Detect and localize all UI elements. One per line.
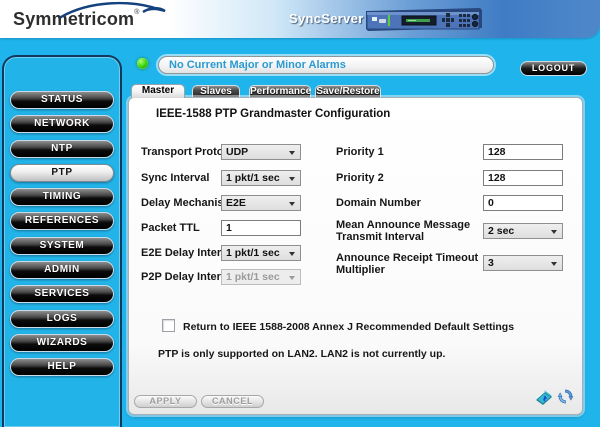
packet-ttl-label: Packet TTL	[141, 222, 200, 234]
priority-1-input[interactable]: 128	[483, 144, 563, 160]
sidebar-item-system[interactable]: SYSTEM	[10, 237, 114, 255]
refresh-icon[interactable]	[557, 388, 574, 405]
domain-number-label: Domain Number	[336, 197, 421, 209]
sidebar-item-network[interactable]: NETWORK	[10, 115, 114, 133]
chevron-down-icon	[289, 151, 295, 155]
delay-mechanism-value: E2E	[226, 197, 246, 209]
mean-announce-interval-select[interactable]: 2 sec	[483, 223, 563, 239]
chevron-down-icon	[289, 177, 295, 181]
logo-swoosh-icon	[55, 1, 171, 21]
sidebar-item-status[interactable]: STATUS	[10, 91, 114, 109]
sidebar-item-timing[interactable]: TIMING	[10, 188, 114, 206]
help-book-icon[interactable]	[533, 388, 554, 407]
apply-button[interactable]: APPLY	[134, 395, 197, 408]
sidebar-item-references[interactable]: REFERENCES	[10, 212, 114, 230]
chevron-down-icon	[289, 252, 295, 256]
e2e-delay-interval-select[interactable]: 1 pkt/1 sec	[221, 245, 301, 261]
syncserver-device-image	[362, 3, 484, 35]
header-band: Symmetricom® SyncServer S300	[0, 0, 600, 38]
annex-j-defaults-label: Return to IEEE 1588-2008 Annex J Recomme…	[183, 321, 514, 333]
chevron-down-icon	[289, 202, 295, 206]
cancel-button[interactable]: CANCEL	[201, 395, 264, 408]
page-title: IEEE-1588 PTP Grandmaster Configuration	[156, 108, 390, 120]
sidebar-item-help[interactable]: HELP	[10, 358, 114, 376]
sidebar-item-services[interactable]: SERVICES	[10, 285, 114, 303]
packet-ttl-input[interactable]: 1	[221, 220, 301, 236]
alarm-status-text: No Current Major or Minor Alarms	[169, 59, 346, 71]
sidebar-item-admin[interactable]: ADMIN	[10, 261, 114, 279]
sidebar-nav: STATUS NETWORK NTP PTP TIMING REFERENCES…	[2, 55, 122, 427]
p2p-delay-interval-value: 1 pkt/1 sec	[226, 271, 280, 283]
alarm-status-led-icon	[137, 58, 148, 69]
sidebar-item-logs[interactable]: LOGS	[10, 310, 114, 328]
delay-mechanism-label: Delay Mechanism	[141, 197, 233, 209]
priority-2-label: Priority 2	[336, 172, 384, 184]
annex-j-defaults-checkbox[interactable]	[162, 319, 175, 332]
sync-interval-value: 1 pkt/1 sec	[226, 172, 280, 184]
mean-announce-interval-value: 2 sec	[488, 225, 514, 237]
transport-protocol-select[interactable]: UDP	[221, 144, 301, 160]
delay-mechanism-select[interactable]: E2E	[221, 195, 301, 211]
sync-interval-select[interactable]: 1 pkt/1 sec	[221, 170, 301, 186]
sidebar-item-wizards[interactable]: WIZARDS	[10, 334, 114, 352]
sidebar-item-ntp[interactable]: NTP	[10, 140, 114, 158]
symmetricom-logo: Symmetricom®	[13, 9, 139, 30]
content-panel: IEEE-1588 PTP Grandmaster Configuration …	[128, 97, 583, 415]
priority-2-value: 128	[488, 172, 506, 184]
domain-number-value: 0	[488, 197, 494, 209]
announce-receipt-timeout-label: Announce Receipt Timeout Multiplier	[336, 252, 488, 276]
transport-protocol-value: UDP	[226, 146, 248, 158]
p2p-delay-interval-select: 1 pkt/1 sec	[221, 269, 301, 285]
e2e-delay-interval-value: 1 pkt/1 sec	[226, 247, 280, 259]
chevron-down-icon	[289, 276, 295, 280]
alarm-status-bar: No Current Major or Minor Alarms	[158, 56, 494, 74]
mean-announce-interval-label: Mean Announce Message Transmit Interval	[336, 219, 488, 243]
priority-2-input[interactable]: 128	[483, 170, 563, 186]
announce-receipt-timeout-select[interactable]: 3	[483, 255, 563, 271]
tab-master[interactable]: Master	[131, 84, 185, 98]
chevron-down-icon	[551, 230, 557, 234]
sidebar-item-ptp[interactable]: PTP	[10, 164, 114, 182]
logout-button[interactable]: LOGOUT	[520, 61, 587, 76]
domain-number-input[interactable]: 0	[483, 195, 563, 211]
chevron-down-icon	[551, 262, 557, 266]
sync-interval-label: Sync Interval	[141, 172, 209, 184]
packet-ttl-value: 1	[226, 222, 232, 234]
lan2-note-text: PTP is only supported on LAN2. LAN2 is n…	[158, 348, 445, 360]
announce-receipt-timeout-value: 3	[488, 257, 494, 269]
priority-1-value: 128	[488, 146, 506, 158]
priority-1-label: Priority 1	[336, 146, 384, 158]
